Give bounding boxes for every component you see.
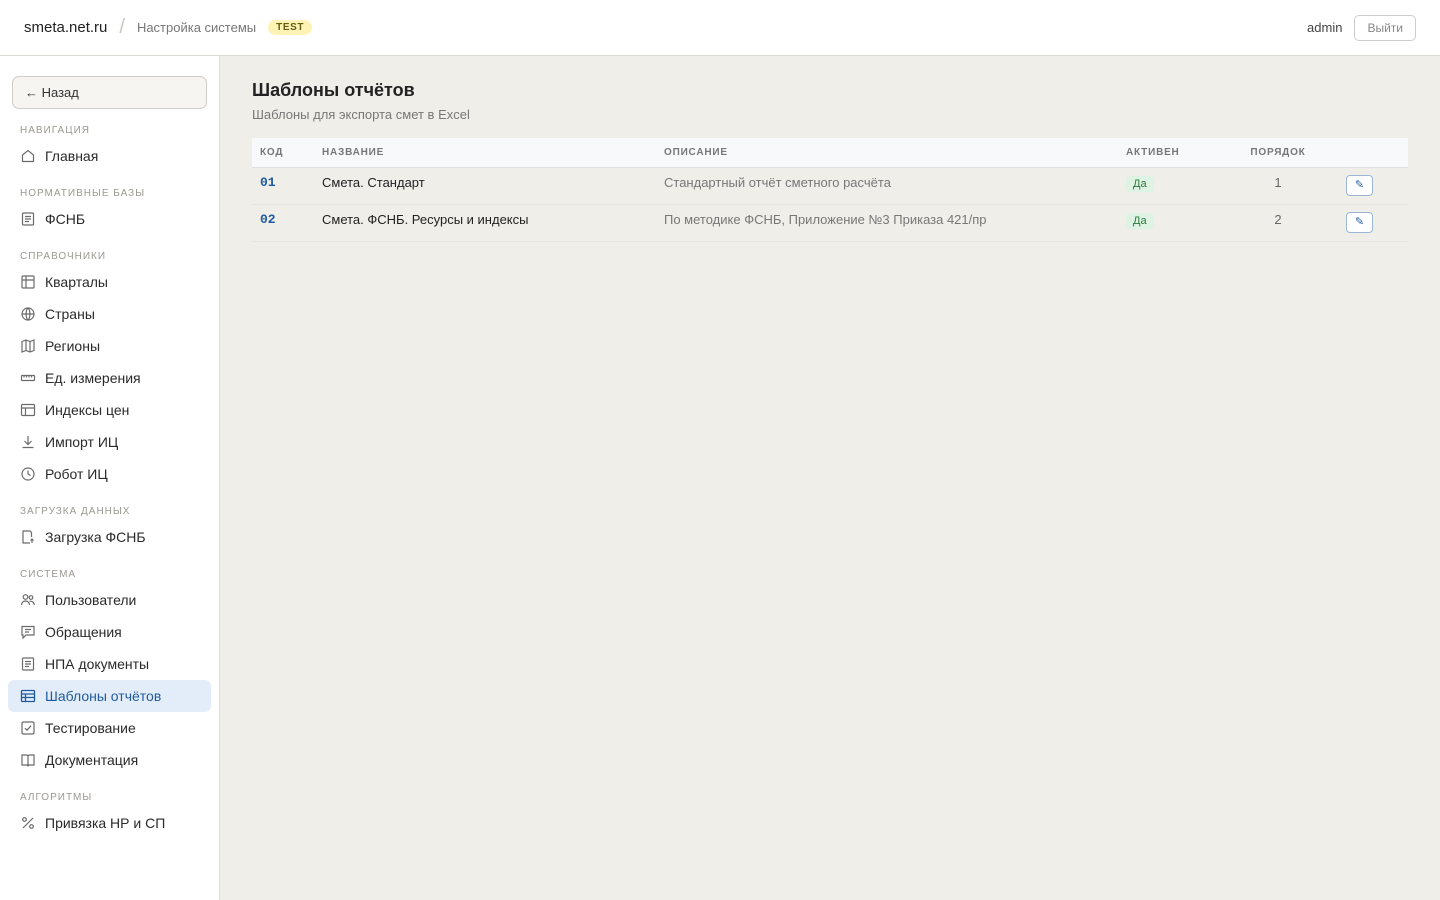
sidebar-item-label: Пользователи xyxy=(45,592,137,608)
document-icon xyxy=(20,656,36,672)
sidebar-item-robot-ic[interactable]: Робот ИЦ xyxy=(8,458,211,490)
sidebar-item-home[interactable]: Главная xyxy=(8,140,211,172)
download-icon xyxy=(20,434,36,450)
active-cell: Да xyxy=(1118,204,1218,242)
table-header-row: КОД НАЗВАНИЕ ОПИСАНИЕ АКТИВЕН ПОРЯДОК xyxy=(252,138,1408,168)
template-name: Смета. Стандарт xyxy=(314,167,656,205)
section-title-references: СПРАВОЧНИКИ xyxy=(20,251,107,262)
section-title-navigation: НАВИГАЦИЯ xyxy=(20,125,90,136)
map-icon xyxy=(20,338,36,354)
percent-icon xyxy=(20,815,36,831)
sidebar-item-label: ФСНБ xyxy=(45,211,86,227)
template-name: Смета. ФСНБ. Ресурсы и индексы xyxy=(314,204,656,242)
template-code: 02 xyxy=(252,204,314,242)
page-title: Шаблоны отчётов xyxy=(252,80,415,100)
sidebar-item-label: Документация xyxy=(45,752,139,768)
section-title-algorithms: АЛГОРИТМЫ xyxy=(20,792,93,803)
sidebar-item-regions[interactable]: Регионы xyxy=(8,330,211,362)
sidebar-item-fsnb[interactable]: ФСНБ xyxy=(8,203,211,235)
ruler-icon xyxy=(20,370,36,386)
column-header-order: ПОРЯДОК xyxy=(1218,138,1338,168)
template-order: 2 xyxy=(1218,204,1338,242)
sidebar-item-load-fsnb[interactable]: Загрузка ФСНБ xyxy=(8,521,211,553)
sidebar-item-testing[interactable]: Тестирование xyxy=(8,712,211,744)
breadcrumb-separator: / xyxy=(119,16,125,38)
file-upload-icon xyxy=(20,529,36,545)
actions-cell: ✎ xyxy=(1338,167,1408,205)
environment-badge: TEST xyxy=(268,20,313,35)
actions-cell: ✎ xyxy=(1338,204,1408,242)
sidebar-item-label: Регионы xyxy=(45,338,101,354)
document-icon xyxy=(20,211,36,227)
template-description: Стандартный отчёт сметного расчёта xyxy=(656,167,1118,205)
column-header-name: НАЗВАНИЕ xyxy=(314,138,656,168)
sidebar-item-label: Тестирование xyxy=(45,720,136,736)
logout-button[interactable]: Выйти xyxy=(1354,14,1416,41)
table-row[interactable]: 02 Смета. ФСНБ. Ресурсы и индексы По мет… xyxy=(252,204,1408,242)
back-button[interactable]: ← Назад xyxy=(12,76,207,109)
column-header-active: АКТИВЕН xyxy=(1118,138,1218,168)
breadcrumb: Настройка системы xyxy=(136,20,257,35)
users-icon xyxy=(20,592,36,608)
user-area: admin Выйти xyxy=(1307,14,1416,41)
pencil-icon: ✎ xyxy=(1354,179,1365,191)
edit-button[interactable]: ✎ xyxy=(1346,175,1373,196)
sidebar-item-label: Страны xyxy=(45,306,95,322)
column-header-actions xyxy=(1338,138,1408,168)
section-title-norm: НОРМАТИВНЫЕ БАЗЫ xyxy=(20,188,146,199)
active-badge: Да xyxy=(1126,176,1154,192)
edit-button[interactable]: ✎ xyxy=(1346,212,1373,233)
top-bar: smeta.net.ru / Настройка системы TEST ad… xyxy=(0,0,1440,56)
message-icon xyxy=(20,624,36,640)
sidebar-item-units[interactable]: Ед. измерения xyxy=(8,362,211,394)
pencil-icon: ✎ xyxy=(1354,216,1365,228)
active-cell: Да xyxy=(1118,167,1218,205)
column-header-description: ОПИСАНИЕ xyxy=(656,138,1118,168)
sidebar-item-docs[interactable]: Документация xyxy=(8,744,211,776)
table-row[interactable]: 01 Смета. Стандарт Стандартный отчёт сме… xyxy=(252,167,1408,205)
sidebar-item-label: НПА документы xyxy=(45,656,150,672)
brand-logo-text[interactable]: smeta.net.ru xyxy=(24,19,107,36)
templates-table: КОД НАЗВАНИЕ ОПИСАНИЕ АКТИВЕН ПОРЯДОК 01… xyxy=(252,138,1408,242)
sidebar-item-binding[interactable]: Привязка НР и СП xyxy=(8,807,211,839)
template-description: По методике ФСНБ, Приложение №3 Приказа … xyxy=(656,204,1118,242)
column-header-code: КОД xyxy=(252,138,314,168)
sidebar-item-import-ic[interactable]: Импорт ИЦ xyxy=(8,426,211,458)
username: admin xyxy=(1307,20,1343,35)
sidebar-item-users[interactable]: Пользователи xyxy=(8,584,211,616)
page-subtitle: Шаблоны для экспорта смет в Excel xyxy=(252,107,470,122)
main-content: Шаблоны отчётов Шаблоны для экспорта сме… xyxy=(220,56,1440,900)
sidebar-item-label: Привязка НР и СП xyxy=(45,815,166,831)
sidebar-item-quarters[interactable]: Кварталы xyxy=(8,266,211,298)
home-icon xyxy=(20,148,36,164)
globe-icon xyxy=(20,306,36,322)
sidebar-item-label: Импорт ИЦ xyxy=(45,434,119,450)
clock-icon xyxy=(20,466,36,482)
sidebar-item-label: Обращения xyxy=(45,624,122,640)
template-code: 01 xyxy=(252,167,314,205)
checkbox-icon xyxy=(20,720,36,736)
sidebar-item-label: Шаблоны отчётов xyxy=(45,688,162,704)
sidebar-item-templates[interactable]: Шаблоны отчётов xyxy=(8,680,211,712)
template-order: 1 xyxy=(1218,167,1338,205)
table-icon xyxy=(20,688,36,704)
sidebar-item-label: Главная xyxy=(45,148,99,164)
active-badge: Да xyxy=(1126,213,1154,229)
sidebar-item-label: Кварталы xyxy=(45,274,108,290)
calendar-grid-icon xyxy=(20,274,36,290)
sidebar-item-label: Загрузка ФСНБ xyxy=(45,529,146,545)
sidebar-item-npa[interactable]: НПА документы xyxy=(8,648,211,680)
sidebar-item-price-index[interactable]: Индексы цен xyxy=(8,394,211,426)
sidebar-item-label: Индексы цен xyxy=(45,402,130,418)
book-icon xyxy=(20,752,36,768)
table-icon xyxy=(20,402,36,418)
sidebar-item-label: Робот ИЦ xyxy=(45,466,108,482)
sidebar: ← Назад НАВИГАЦИЯ Главная НОРМАТИВНЫЕ БА… xyxy=(0,56,220,900)
section-title-data-load: ЗАГРУЗКА ДАННЫХ xyxy=(20,506,131,517)
sidebar-item-countries[interactable]: Страны xyxy=(8,298,211,330)
sidebar-item-requests[interactable]: Обращения xyxy=(8,616,211,648)
sidebar-item-label: Ед. измерения xyxy=(45,370,141,386)
section-title-system: СИСТЕМА xyxy=(20,569,77,580)
